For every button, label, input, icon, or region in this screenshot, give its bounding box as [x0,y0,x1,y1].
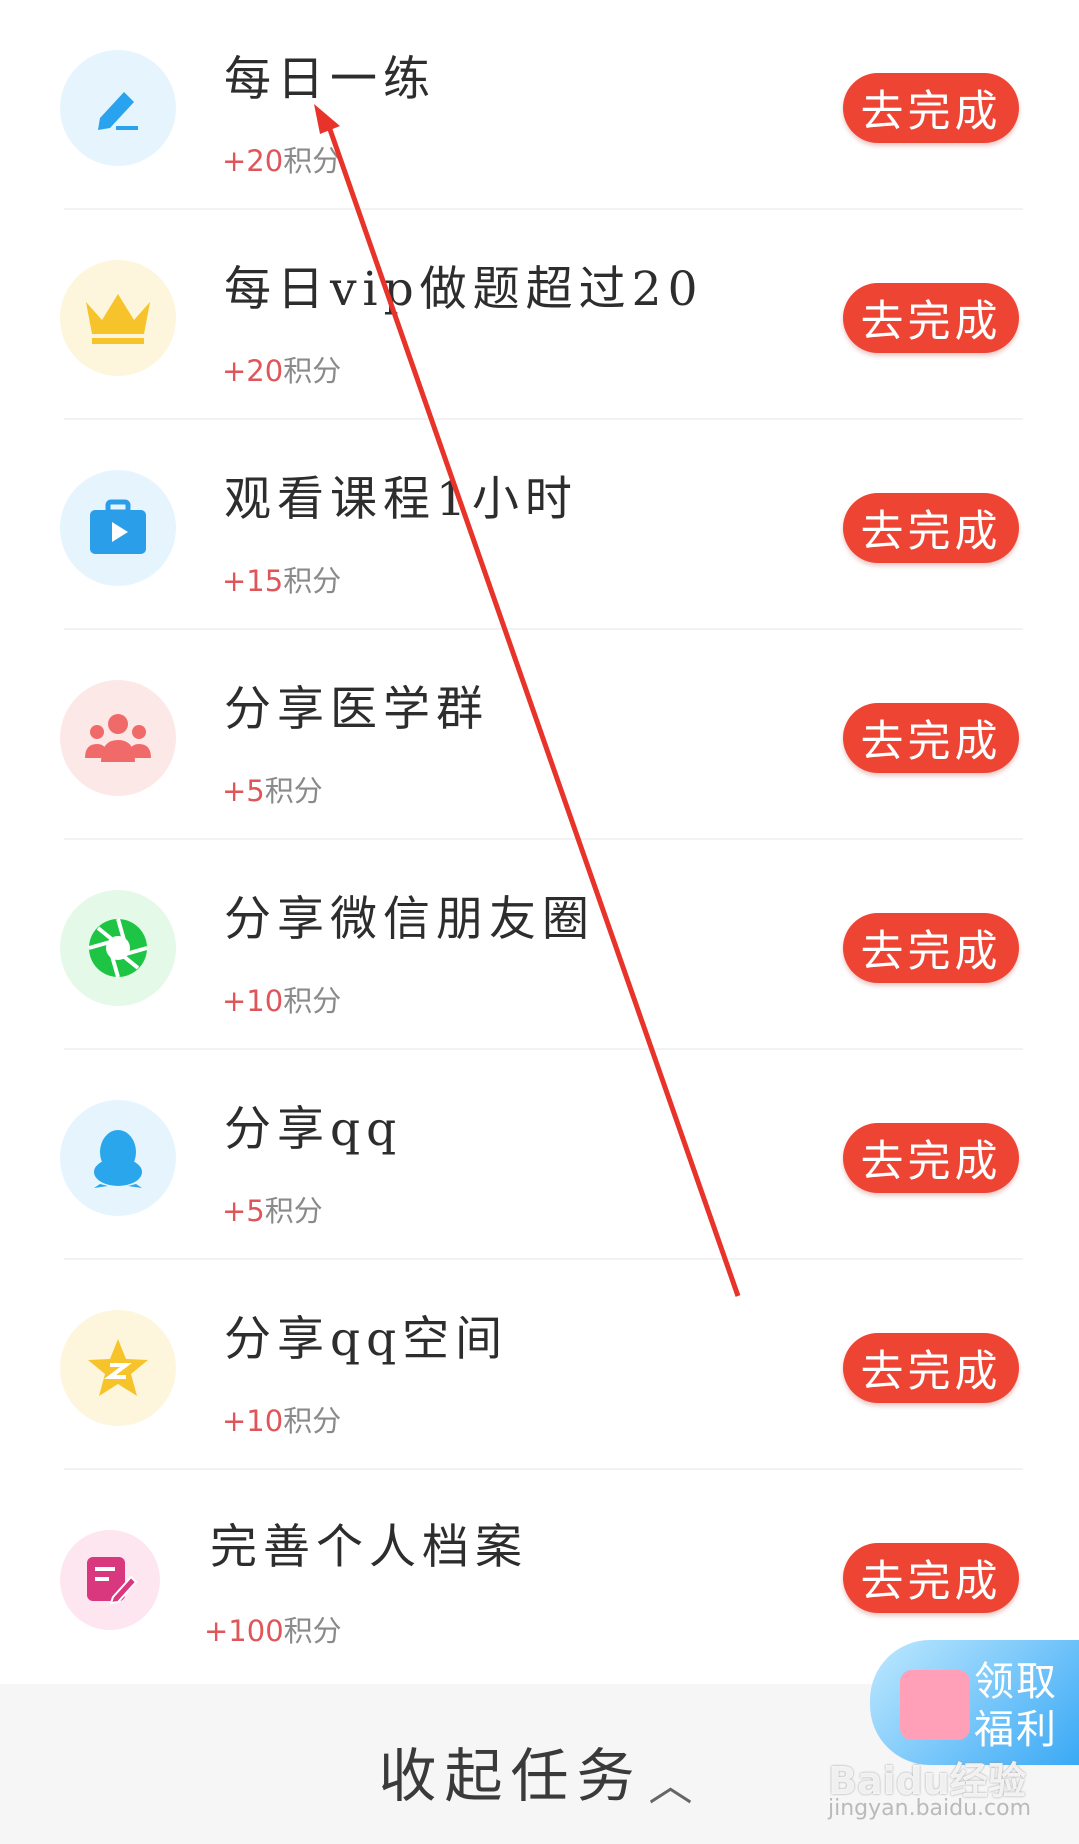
task-points: +10积分 [222,984,342,1018]
bonus-label-line1: 领取 [974,1659,1058,1705]
qzone-star-icon [60,1310,176,1426]
task-row-share-medical-group: 分享医学群 +5积分 去完成 [0,630,1079,840]
crown-icon [60,260,176,376]
task-row-share-qq: 分享qq +5积分 去完成 [0,1050,1079,1260]
video-briefcase-icon [60,470,176,586]
task-title: 观看课程1小时 [224,472,578,527]
bonus-label: 领取 福利 [974,1658,1074,1754]
complete-button[interactable]: 去完成 [843,493,1019,563]
watermark-url: jingyan.baidu.com [828,1796,1032,1821]
task-row-share-moments: 分享微信朋友圈 +10积分 去完成 [0,840,1079,1050]
collapse-label: 收起任务 [378,1742,643,1810]
task-title: 完善个人档案 [210,1520,528,1575]
complete-button[interactable]: 去完成 [843,913,1019,983]
complete-button[interactable]: 去完成 [843,1123,1019,1193]
pencil-edit-icon [60,50,176,166]
task-points: +5积分 [222,774,323,808]
profile-edit-icon [60,1530,160,1630]
task-title: 分享qq空间 [224,1312,509,1367]
task-title: 分享微信朋友圈 [224,892,595,947]
gift-box-icon [900,1670,970,1740]
task-row-vip-questions: 每日vip做题超过20 +20积分 去完成 [0,210,1079,420]
claim-bonus-button[interactable]: 领取 福利 [870,1640,1079,1765]
chevron-up-icon: ︿ [648,1759,701,1811]
task-title: 每日一练 [224,52,436,107]
qq-penguin-icon [60,1100,176,1216]
task-points: +20积分 [222,354,342,388]
task-points: +5积分 [222,1194,323,1228]
task-row-share-qzone: 分享qq空间 +10积分 去完成 [0,1260,1079,1470]
task-points: +15积分 [222,564,342,598]
complete-button[interactable]: 去完成 [843,1543,1019,1613]
task-title: 分享医学群 [224,682,489,737]
task-points: +10积分 [222,1404,342,1438]
complete-button[interactable]: 去完成 [843,283,1019,353]
task-row-daily-practice: 每日一练 +20积分 去完成 [0,0,1079,210]
complete-button[interactable]: 去完成 [843,73,1019,143]
moments-shutter-icon [60,890,176,1006]
task-title: 每日vip做题超过20 [224,262,704,317]
group-people-icon [60,680,176,796]
task-title: 分享qq [224,1102,403,1157]
complete-button[interactable]: 去完成 [843,703,1019,773]
task-points: +20积分 [222,144,342,178]
bonus-label-line2: 福利 [974,1707,1058,1753]
task-row-watch-course: 观看课程1小时 +15积分 去完成 [0,420,1079,630]
task-points: +100积分 [204,1614,342,1648]
complete-button[interactable]: 去完成 [843,1333,1019,1403]
